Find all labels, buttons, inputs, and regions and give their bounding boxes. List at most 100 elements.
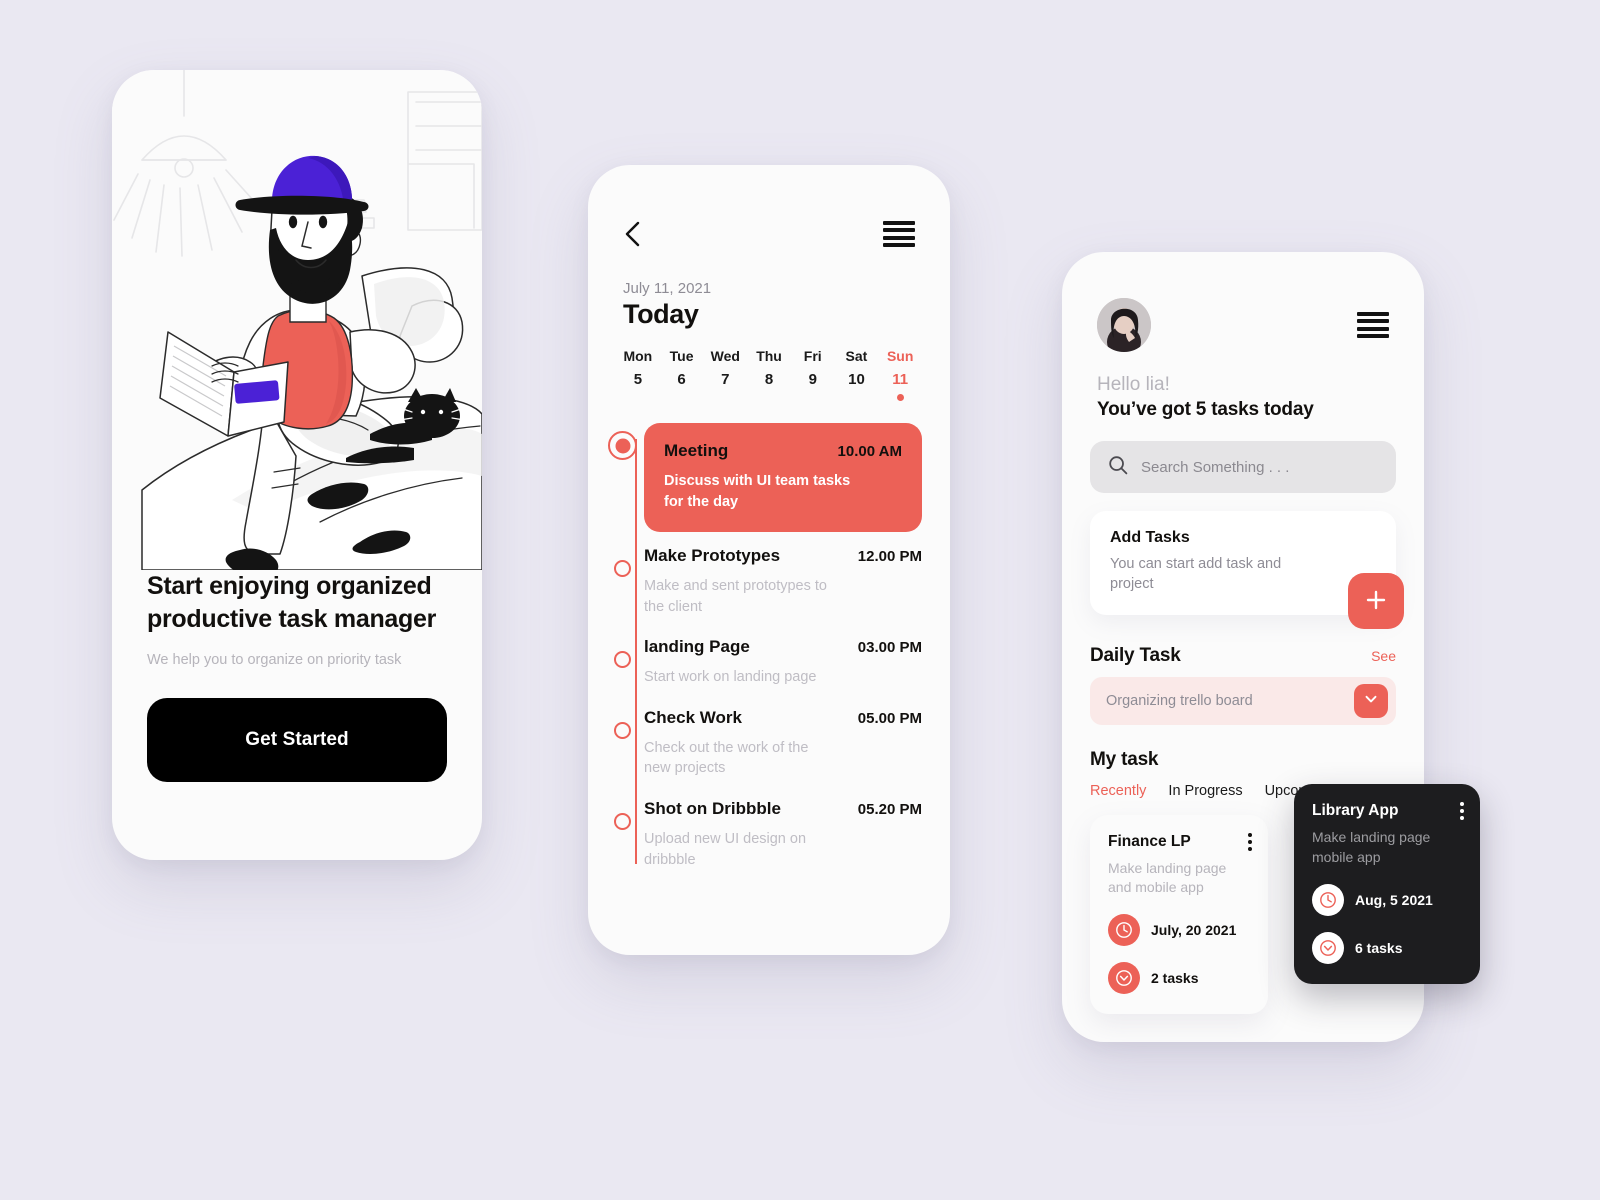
- task-description: Discuss with UI team tasks for the day: [664, 473, 851, 510]
- project-name: Finance LP: [1108, 832, 1191, 850]
- project-task-count: 2 tasks: [1151, 970, 1199, 987]
- timeline-item-check-work[interactable]: Check Work 05.00 PM Check out the work o…: [588, 708, 922, 799]
- timeline-card-highlighted[interactable]: Meeting 10.00 AM Discuss with UI team ta…: [644, 423, 922, 533]
- daily-task-title: Daily Task: [1090, 644, 1181, 666]
- day-number: 8: [764, 371, 774, 388]
- today-header: [588, 165, 950, 248]
- day-cell-thu[interactable]: Thu 8: [747, 348, 791, 401]
- project-tasks-row: 2 tasks: [1108, 962, 1250, 995]
- task-time: 05.20 PM: [857, 801, 922, 819]
- day-name: Tue: [669, 348, 694, 364]
- kebab-menu-icon[interactable]: [1248, 832, 1252, 851]
- hamburger-menu-icon[interactable]: [1357, 312, 1389, 338]
- task-name: Shot on Dribbble: [644, 799, 781, 819]
- chevron-left-icon[interactable]: [623, 220, 643, 248]
- daily-task-label: Organizing trello board: [1106, 692, 1253, 709]
- tab-in-progress[interactable]: In Progress: [1168, 783, 1242, 799]
- add-task-button[interactable]: [1348, 572, 1404, 629]
- timeline-item-landing-page[interactable]: landing Page 03.00 PM Start work on land…: [588, 637, 922, 708]
- project-card-library-app[interactable]: Library App Make landing page mobile app…: [1294, 784, 1480, 984]
- chevron-down-circle-icon: [1312, 931, 1344, 964]
- task-time: 03.00 PM: [857, 639, 922, 657]
- search-input[interactable]: Search Something . . .: [1090, 441, 1396, 493]
- get-started-button[interactable]: Get Started: [147, 698, 447, 783]
- project-name: Library App: [1312, 802, 1399, 819]
- timeline-item-make-prototypes[interactable]: Make Prototypes 12.00 PM Make and sent p…: [588, 546, 922, 637]
- project-date: Aug, 5 2021: [1355, 891, 1433, 908]
- task-description: Make and sent prototypes to the client: [644, 578, 827, 615]
- my-task-title: My task: [1090, 748, 1159, 770]
- add-tasks-card-wrapper: Add Tasks You can start add task and pro…: [1090, 511, 1404, 629]
- day-cell-mon[interactable]: Mon 5: [616, 348, 660, 401]
- timeline-node-active: [608, 431, 637, 460]
- day-name: Fri: [803, 348, 822, 364]
- project-date-row: July, 20 2021: [1108, 914, 1250, 947]
- daily-task-expand-button[interactable]: [1354, 683, 1388, 718]
- task-description: Upload new UI design on dribbble: [644, 831, 807, 868]
- day-number: 5: [633, 371, 643, 388]
- day-name: Thu: [756, 348, 782, 364]
- plus-icon: [1364, 585, 1388, 617]
- task-time: 12.00 PM: [857, 548, 922, 566]
- timeline-node: [614, 813, 631, 831]
- day-number: 7: [721, 371, 730, 388]
- task-name: Make Prototypes: [644, 546, 781, 566]
- project-description: Make landing page mobile app: [1312, 829, 1431, 865]
- daily-task-see-link[interactable]: See: [1371, 648, 1396, 664]
- avatar[interactable]: [1097, 298, 1151, 352]
- add-tasks-title: Add Tasks: [1110, 529, 1190, 546]
- project-description: Make landing page and mobile app: [1108, 859, 1227, 896]
- phone-screen-onboarding: Start enjoying organized productive task…: [112, 70, 482, 860]
- task-name: Meeting: [664, 441, 729, 460]
- day-name: Sun: [886, 348, 914, 364]
- clock-icon: [1108, 914, 1140, 947]
- project-card-finance-lp[interactable]: Finance LP Make landing page and mobile …: [1090, 814, 1268, 1015]
- onboarding-copy: Start enjoying organized productive task…: [112, 570, 482, 783]
- phone-screen-today: July 11, 2021 Today Mon 5 Tue 6 Wed 7 Th…: [588, 165, 950, 955]
- day-cell-wed[interactable]: Wed 7: [703, 348, 747, 401]
- canvas: Start enjoying organized productive task…: [0, 0, 1600, 1200]
- day-cell-fri[interactable]: Fri 9: [791, 348, 835, 401]
- project-date-row: Aug, 5 2021: [1312, 883, 1462, 916]
- timeline-node: [614, 721, 631, 739]
- timeline-item-shot-on-dribbble[interactable]: Shot on Dribbble 05.20 PM Upload new UI …: [588, 799, 922, 890]
- day-name: Mon: [623, 348, 653, 364]
- task-time: 05.00 PM: [857, 709, 922, 727]
- home-header: [1062, 252, 1424, 352]
- greeting-text: Hello lia!: [1097, 374, 1170, 395]
- kebab-menu-icon[interactable]: [1460, 802, 1464, 820]
- day-number: 6: [677, 371, 686, 388]
- clock-icon: [1312, 883, 1344, 916]
- onboarding-illustration: [112, 70, 482, 570]
- task-name: Check Work: [644, 707, 742, 727]
- today-timeline: Meeting 10.00 AM Discuss with UI team ta…: [588, 423, 950, 890]
- today-title: Today: [623, 299, 699, 329]
- greeting-block: Hello lia! You’ve got 5 tasks today: [1062, 352, 1424, 421]
- page-subtitle: We help you to organize on priority task: [147, 652, 402, 668]
- task-description: Check out the work of the new projects: [644, 739, 809, 777]
- day-number: 11: [892, 371, 909, 388]
- today-date: July 11, 2021: [623, 280, 712, 297]
- day-cell-sun[interactable]: Sun 11: [878, 348, 922, 401]
- add-tasks-description: You can start add task and project: [1110, 556, 1282, 593]
- search-icon: [1108, 455, 1128, 480]
- task-name: landing Page: [644, 637, 750, 657]
- chevron-down-circle-icon: [1108, 962, 1140, 995]
- project-date: July, 20 2021: [1151, 922, 1237, 939]
- project-task-count: 6 tasks: [1355, 939, 1403, 956]
- day-name: Sat: [845, 348, 868, 364]
- timeline-item-meeting[interactable]: Meeting 10.00 AM Discuss with UI team ta…: [588, 423, 922, 546]
- day-cell-tue[interactable]: Tue 6: [660, 348, 704, 401]
- hamburger-menu-icon[interactable]: [883, 221, 915, 247]
- day-number: 10: [848, 371, 865, 388]
- tab-recently[interactable]: Recently: [1090, 783, 1146, 799]
- daily-task-item[interactable]: Organizing trello board: [1090, 676, 1396, 725]
- search-placeholder: Search Something . . .: [1141, 458, 1290, 476]
- day-cell-sat[interactable]: Sat 10: [835, 348, 879, 401]
- day-name: Wed: [710, 348, 740, 364]
- task-time: 10.00 AM: [837, 443, 902, 460]
- task-description: Start work on landing page: [644, 669, 817, 686]
- week-day-strip: Mon 5 Tue 6 Wed 7 Thu 8 Fri 9 Sat 10 Sun…: [588, 330, 950, 401]
- chevron-down-icon: [1363, 691, 1379, 710]
- day-active-dot: [896, 394, 904, 401]
